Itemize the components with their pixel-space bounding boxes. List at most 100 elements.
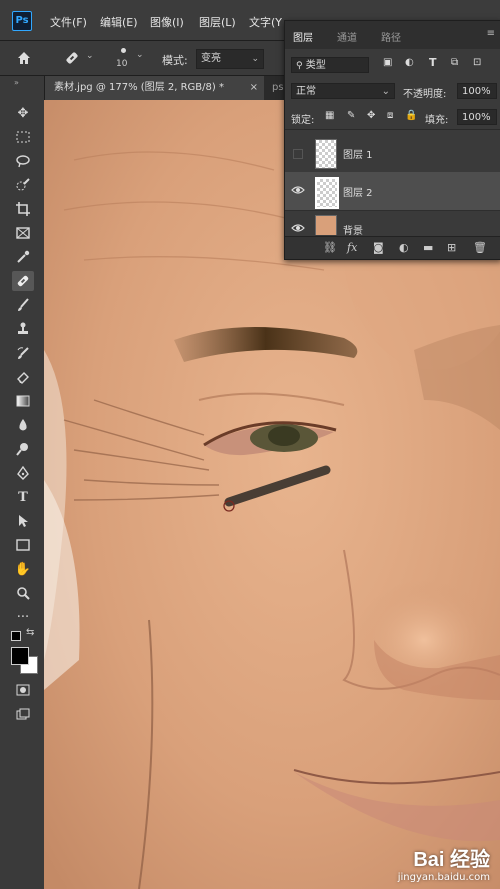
- tool-preset-picker[interactable]: ⌄: [60, 47, 98, 69]
- panel-menu-icon[interactable]: ≡: [487, 28, 495, 39]
- layer-name: 图层 2: [343, 188, 373, 199]
- adjustment-layer-icon[interactable]: ◐: [399, 241, 409, 254]
- dodge-tool[interactable]: [12, 439, 34, 459]
- lock-all-icon[interactable]: 🔒: [405, 110, 417, 121]
- menu-image[interactable]: 图像(I): [150, 14, 184, 30]
- path-selection-tool[interactable]: [12, 511, 34, 531]
- new-layer-icon[interactable]: ⊞: [447, 241, 456, 254]
- blur-tool[interactable]: [12, 415, 34, 435]
- visibility-toggle-off[interactable]: [293, 149, 303, 159]
- chevron-down-icon: ⌄: [381, 86, 390, 97]
- marquee-icon: [16, 131, 30, 143]
- foreground-color-swatch[interactable]: [11, 647, 29, 665]
- opacity-input[interactable]: 100%: [457, 83, 497, 99]
- close-icon[interactable]: ×: [250, 76, 258, 100]
- layer-row-background[interactable]: 背景: [285, 210, 500, 235]
- default-colors-icon[interactable]: [11, 631, 21, 641]
- quick-selection-icon: [16, 178, 30, 191]
- link-icon[interactable]: ⛓: [323, 241, 337, 254]
- fill-label: 填充:: [425, 115, 449, 126]
- brush-tool[interactable]: [12, 295, 34, 315]
- rectangle-icon: [16, 539, 30, 551]
- layer-thumbnail: [315, 177, 339, 209]
- layers-panel: 图层 通道 路径 ≡ ⚲ 类型 ▣ ◐ T ⧉ ⊡ 正常 ⌄ 不透明度: 100…: [284, 20, 500, 260]
- healing-brush-tool[interactable]: [12, 271, 34, 291]
- eye-icon[interactable]: [291, 183, 305, 197]
- zoom-tool[interactable]: [12, 583, 34, 603]
- lock-label: 锁定:: [291, 115, 315, 126]
- menu-layer[interactable]: 图层(L): [199, 14, 236, 30]
- gradient-icon: [16, 395, 30, 407]
- opacity-value: 100%: [462, 86, 491, 97]
- eyedropper-tool[interactable]: [12, 247, 34, 267]
- lock-image-icon[interactable]: ✎: [347, 110, 355, 121]
- folder-icon[interactable]: ▬: [423, 241, 433, 254]
- marquee-tool[interactable]: [12, 127, 34, 147]
- tab-channels[interactable]: 通道: [337, 29, 357, 44]
- more-tools[interactable]: ···: [12, 607, 34, 627]
- bandage-icon: [17, 275, 29, 287]
- chevron-down-icon: ⌄: [136, 50, 144, 60]
- image-filter-icon[interactable]: ▣: [383, 57, 392, 68]
- shape-filter-icon[interactable]: ⧉: [451, 57, 458, 68]
- crop-tool[interactable]: [12, 199, 34, 219]
- history-brush-tool[interactable]: [12, 343, 34, 363]
- chevron-down-icon: ⌄: [86, 51, 94, 61]
- menu-type[interactable]: 文字(Y: [249, 14, 282, 30]
- filter-select[interactable]: ⚲ 类型: [291, 57, 369, 73]
- layer-row-2-selected[interactable]: 图层 2: [285, 172, 500, 211]
- tab-paths[interactable]: 路径: [381, 29, 401, 44]
- eye-icon[interactable]: [291, 221, 305, 235]
- collapse-icon[interactable]: »: [14, 78, 19, 87]
- eyedropper-icon: [17, 250, 30, 263]
- dodge-icon: [16, 443, 28, 456]
- tab-document-active[interactable]: 素材.jpg @ 177% (图层 2, RGB/8) * ×: [44, 76, 264, 100]
- mode-select[interactable]: 变亮 ⌄: [196, 49, 264, 69]
- menu-file[interactable]: 文件(F): [50, 14, 87, 30]
- fill-input[interactable]: 100%: [457, 109, 497, 125]
- lock-position-icon[interactable]: ✥: [367, 110, 375, 121]
- adjustment-filter-icon[interactable]: ◐: [405, 57, 414, 68]
- lock-transparent-icon[interactable]: ▦: [325, 110, 334, 121]
- quick-selection-tool[interactable]: [12, 175, 34, 195]
- drop-icon: [19, 419, 27, 431]
- pen-icon: [17, 466, 29, 480]
- tab-layers[interactable]: 图层: [293, 29, 313, 44]
- layer-name: 图层 1: [343, 150, 373, 161]
- clone-stamp-tool[interactable]: [12, 319, 34, 339]
- menu-edit[interactable]: 编辑(E): [100, 14, 138, 30]
- gradient-tool[interactable]: [12, 391, 34, 411]
- hand-tool[interactable]: ✋: [12, 559, 34, 579]
- panel-footer: ⛓ fx ◙ ◐ ▬ ⊞ 🗑: [285, 236, 500, 259]
- trash-icon[interactable]: 🗑: [473, 241, 487, 254]
- blend-mode-select[interactable]: 正常 ⌄: [291, 83, 395, 99]
- move-icon: ✥: [17, 105, 29, 121]
- fx-icon[interactable]: fx: [347, 241, 357, 254]
- frame-tool[interactable]: [12, 223, 34, 243]
- crop-icon: [16, 202, 30, 216]
- lock-artboard-icon[interactable]: ⧈: [387, 110, 393, 121]
- move-tool[interactable]: ✥: [12, 103, 34, 123]
- pen-tool[interactable]: [12, 463, 34, 483]
- layer-row-1[interactable]: 图层 1: [285, 134, 500, 173]
- smart-object-filter-icon[interactable]: ⊡: [473, 57, 481, 68]
- filter-value: 类型: [305, 60, 326, 71]
- photoshop-logo: Ps: [12, 11, 32, 31]
- arrow-icon: [19, 515, 28, 527]
- swap-colors-icon[interactable]: ⇆: [26, 627, 34, 638]
- quick-mask-button[interactable]: [12, 680, 34, 700]
- home-button[interactable]: [10, 47, 38, 69]
- type-tool[interactable]: T: [12, 487, 34, 507]
- eraser-tool[interactable]: [12, 367, 34, 387]
- type-filter-icon[interactable]: T: [429, 56, 437, 69]
- brush-size-picker[interactable]: 10 ⌄: [112, 45, 148, 73]
- rectangle-tool[interactable]: [12, 535, 34, 555]
- mask-icon[interactable]: ◙: [373, 241, 384, 254]
- screen-mode-button[interactable]: [12, 704, 34, 724]
- blend-row: 正常 ⌄ 不透明度: 100%: [285, 81, 500, 103]
- panel-tabs: 图层 通道 路径 ≡: [285, 21, 500, 49]
- home-icon: [18, 52, 30, 64]
- lasso-tool[interactable]: [12, 151, 34, 171]
- type-icon: T: [18, 489, 28, 505]
- baidu-watermark: Bai 经验 jingyan.baidu.com: [398, 843, 490, 883]
